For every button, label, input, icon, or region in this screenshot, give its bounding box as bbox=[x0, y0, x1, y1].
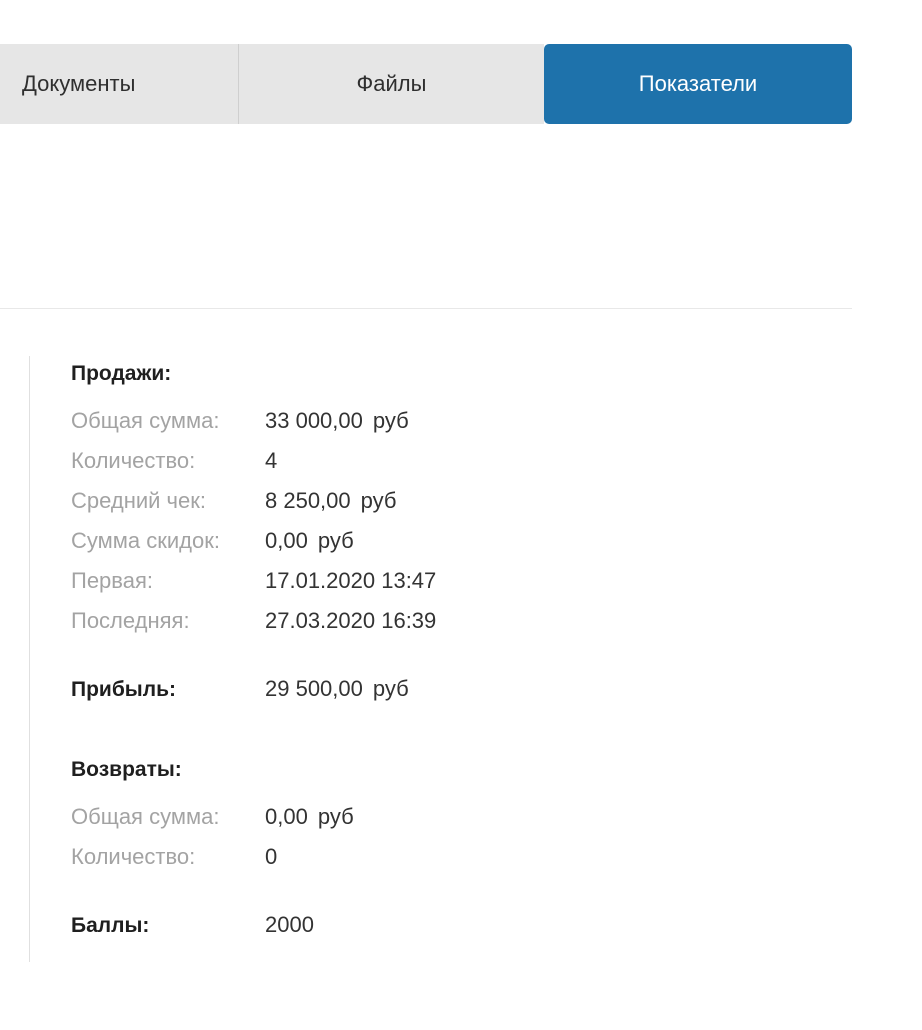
first-sale-label: Первая: bbox=[71, 568, 153, 593]
returns-total-value: 0,00 руб bbox=[265, 804, 354, 829]
returns-count-value: 0 bbox=[265, 844, 278, 869]
points-title: Баллы: bbox=[71, 914, 150, 937]
profit-value: 29 500,00 руб bbox=[265, 676, 409, 701]
section-divider bbox=[0, 308, 852, 309]
tab-bar: Документы Файлы Показатели bbox=[0, 44, 852, 124]
sales-total-value: 33 000,00 руб bbox=[265, 408, 409, 433]
returns-title: Возвраты: bbox=[71, 758, 182, 781]
tab-indicators[interactable]: Показатели bbox=[544, 44, 852, 124]
discount-sum-value: 0,00 руб bbox=[265, 528, 354, 553]
sales-total-label: Общая сумма: bbox=[71, 408, 220, 433]
tab-files[interactable]: Файлы bbox=[239, 44, 544, 124]
points-value: 2000 bbox=[265, 912, 314, 937]
returns-count-label: Количество: bbox=[71, 844, 196, 869]
average-check-label: Средний чек: bbox=[71, 488, 206, 513]
sales-count-value: 4 bbox=[265, 448, 278, 473]
last-sale-label: Последняя: bbox=[71, 608, 190, 633]
returns-total-label: Общая сумма: bbox=[71, 804, 220, 829]
sales-title: Продажи: bbox=[71, 362, 172, 385]
last-sale-value: 27.03.2020 16:39 bbox=[265, 608, 437, 633]
profit-title: Прибыль: bbox=[71, 678, 176, 701]
discount-sum-label: Сумма скидок: bbox=[71, 528, 220, 553]
sales-count-label: Количество: bbox=[71, 448, 196, 473]
stats-panel: Продажи: Общая сумма: 33 000,00 руб Колич… bbox=[29, 356, 730, 962]
first-sale-value: 17.01.2020 13:47 bbox=[265, 568, 437, 593]
average-check-value: 8 250,00 руб bbox=[265, 488, 397, 513]
tab-documents[interactable]: Документы bbox=[0, 44, 239, 124]
